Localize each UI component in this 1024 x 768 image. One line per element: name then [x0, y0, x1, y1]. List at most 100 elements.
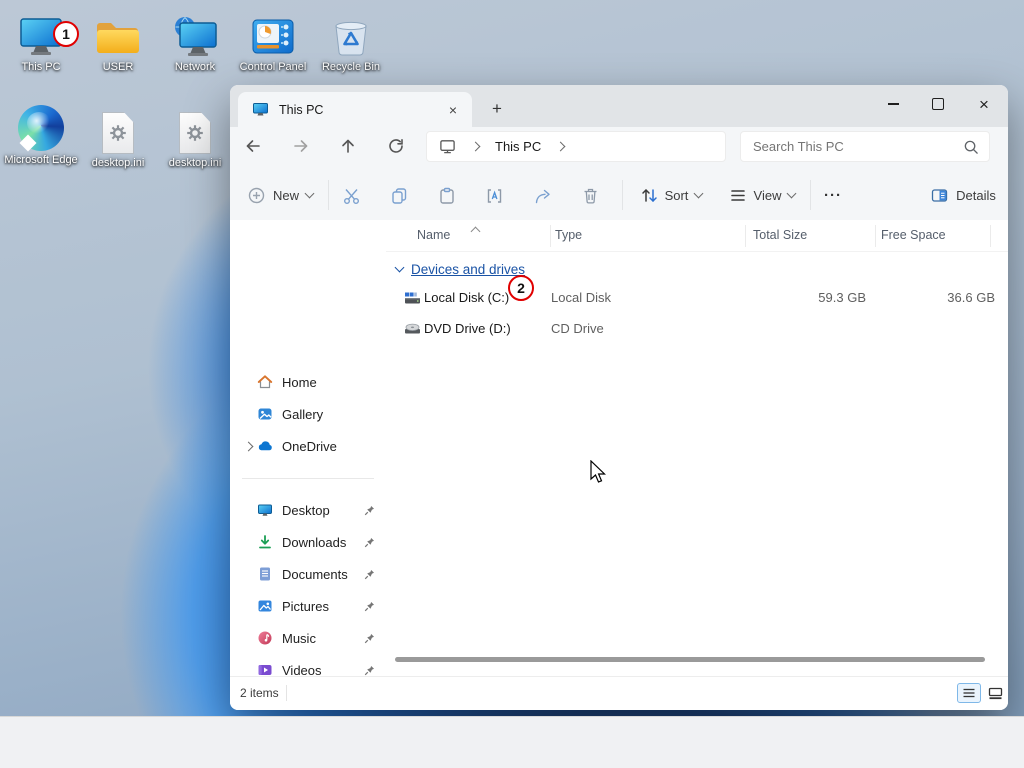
file-name[interactable]: DVD Drive (D:): [424, 321, 511, 336]
more-icon: ···: [824, 186, 842, 204]
gallery-icon: [256, 406, 274, 422]
column-separator[interactable]: [990, 225, 991, 247]
share-button[interactable]: [524, 177, 560, 213]
toolbar-divider: [622, 180, 623, 210]
large-thumbnails-view-toggle[interactable]: [983, 683, 1007, 703]
file-row-dvd-drive-d[interactable]: DVD Drive (D:) CD Drive: [386, 315, 1008, 342]
up-button[interactable]: [331, 129, 365, 163]
file-free-space: 36.6 GB: [947, 290, 995, 305]
column-separator[interactable]: [550, 225, 551, 247]
refresh-button[interactable]: [379, 129, 413, 163]
chevron-down-icon: [787, 188, 797, 199]
new-tab-button[interactable]: +: [484, 96, 510, 122]
sidebar-item-label: Documents: [282, 566, 348, 582]
sidebar-item-home[interactable]: Home: [234, 368, 382, 396]
pictures-icon: [256, 598, 274, 614]
column-header-total-size[interactable]: Total Size: [753, 228, 807, 242]
cut-button[interactable]: [333, 177, 369, 213]
taskbar: ENG 17:57 22/11/2566: [0, 716, 1024, 768]
explorer-search-input[interactable]: [751, 138, 963, 155]
thumbnails-view-icon: [988, 687, 1002, 699]
home-icon: [256, 374, 274, 390]
horizontal-scrollbar[interactable]: [395, 657, 985, 662]
address-bar[interactable]: This PC: [426, 131, 726, 162]
breadcrumb-location[interactable]: This PC: [495, 139, 541, 154]
view-button[interactable]: View: [720, 177, 804, 213]
tab-close-icon[interactable]: ×: [442, 99, 464, 121]
sidebar-item-documents[interactable]: Documents: [234, 560, 382, 588]
sidebar-item-gallery[interactable]: Gallery: [234, 400, 382, 428]
group-header-devices-and-drives[interactable]: Devices and drives: [386, 258, 525, 280]
close-button[interactable]: ×: [962, 85, 1006, 123]
documents-icon: [256, 566, 274, 582]
sidebar-item-onedrive[interactable]: OneDrive: [234, 432, 382, 460]
sidebar-item-desktop[interactable]: Desktop: [234, 496, 382, 524]
maximize-button[interactable]: [916, 85, 960, 123]
status-bar: 2 items: [230, 676, 1008, 710]
file-total-size: 59.3 GB: [818, 290, 866, 305]
downloads-icon: [256, 534, 274, 550]
sidebar-item-music[interactable]: Music: [234, 624, 382, 652]
copy-button[interactable]: [381, 177, 417, 213]
details-pane-button[interactable]: Details: [920, 177, 1006, 213]
view-button-label: View: [753, 187, 782, 203]
column-header-name[interactable]: Name: [417, 228, 450, 242]
search-icon: [964, 140, 978, 154]
toolbar-divider: [328, 180, 329, 210]
desktop-icon-desktop-ini-2[interactable]: desktop.ini: [156, 106, 234, 171]
desktop-icon-user-folder[interactable]: USER: [79, 10, 157, 75]
sidebar-item-downloads[interactable]: Downloads: [234, 528, 382, 556]
hard-drive-icon: [404, 290, 421, 308]
new-button-label: New: [272, 187, 299, 203]
file-explorer-window: This PC × + × This PC Search This PC New…: [230, 85, 1008, 768]
paste-button[interactable]: [428, 177, 464, 213]
toolbar-divider: [810, 180, 811, 210]
desktop-icon-label: Recycle Bin: [321, 61, 381, 73]
recycle-bin-icon: [312, 10, 390, 58]
minimize-button[interactable]: [871, 85, 915, 123]
desktop-icon-label: desktop.ini: [91, 157, 145, 169]
paste-icon: [439, 187, 454, 204]
forward-icon: [294, 140, 308, 152]
navigation-pane: Home Gallery OneDrive Desktop Downloads …: [230, 220, 386, 768]
delete-button[interactable]: [572, 177, 608, 213]
back-icon: [246, 140, 260, 152]
file-name[interactable]: Local Disk (C:): [424, 290, 509, 305]
screen: This PC USER Network Control Panel Recyc…: [0, 0, 1024, 768]
status-divider: [286, 685, 287, 701]
desktop-icon-control-panel[interactable]: Control Panel: [234, 10, 312, 75]
chevron-down-icon: [693, 188, 704, 199]
file-row-local-disk-c[interactable]: Local Disk (C:) Local Disk 59.3 GB 36.6 …: [386, 284, 1008, 311]
pin-icon: [362, 665, 376, 676]
desktop-icon-recycle-bin[interactable]: Recycle Bin: [312, 10, 390, 75]
desktop-icon-label: USER: [102, 61, 134, 73]
back-button[interactable]: [236, 129, 270, 163]
share-icon: [535, 189, 550, 203]
sidebar-item-pictures[interactable]: Pictures: [234, 592, 382, 620]
new-button[interactable]: New: [240, 177, 320, 213]
onedrive-icon: [256, 438, 274, 454]
explorer-search-box[interactable]: [740, 131, 990, 162]
desktop-icon-desktop-ini-1[interactable]: desktop.ini: [79, 106, 157, 171]
sort-icon: [641, 189, 657, 202]
edge-icon: [2, 103, 80, 152]
sort-ascending-icon: [470, 226, 481, 237]
column-separator[interactable]: [875, 225, 876, 247]
column-separator[interactable]: [745, 225, 746, 247]
copy-icon: [391, 187, 406, 204]
details-view-toggle[interactable]: [957, 683, 981, 703]
desktop-icon-network[interactable]: Network: [156, 10, 234, 75]
tab-this-pc[interactable]: This PC ×: [238, 92, 472, 127]
this-pc-breadcrumb-icon: [440, 140, 455, 154]
column-header-type[interactable]: Type: [555, 228, 582, 242]
desktop-icon-microsoft-edge[interactable]: Microsoft Edge: [2, 103, 80, 168]
delete-icon: [584, 188, 596, 204]
sort-button-label: Sort: [664, 187, 689, 203]
breadcrumb-chevron-icon[interactable]: [470, 141, 481, 152]
breadcrumb-chevron-icon[interactable]: [555, 141, 566, 152]
forward-button[interactable]: [284, 129, 318, 163]
column-header-free-space[interactable]: Free Space: [881, 228, 946, 242]
rename-button[interactable]: [476, 177, 512, 213]
sort-button[interactable]: Sort: [630, 177, 712, 213]
more-options-button[interactable]: ···: [816, 177, 850, 213]
